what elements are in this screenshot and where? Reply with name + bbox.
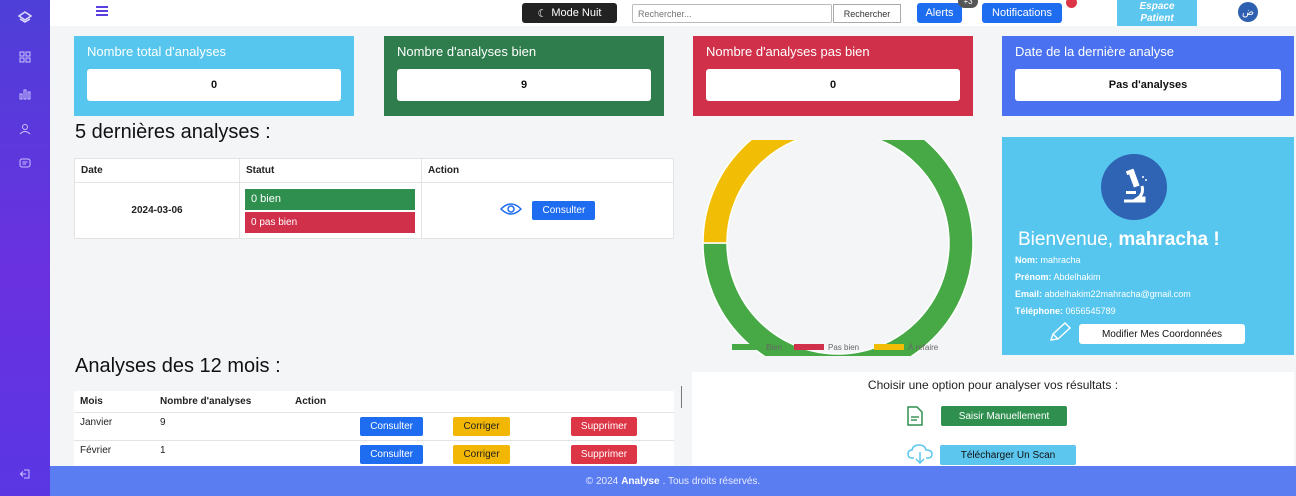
table-row: Janvier 9 Consulter Corriger Supprimer	[74, 412, 674, 441]
delete-button[interactable]: Supprimer	[570, 417, 638, 436]
profile-card: Bienvenue, mahracha ! Nom: mahracha Prén…	[1002, 137, 1294, 355]
last-analyses-title: 5 dernières analyses :	[75, 121, 271, 143]
alerts-button[interactable]: Alerts	[917, 3, 962, 23]
row-count: 9	[154, 412, 289, 441]
modify-coordinates-button[interactable]: Modifier Mes Coordonnées	[1079, 324, 1245, 344]
status-good-badge: 0 bien	[245, 188, 415, 210]
analyses-doughnut-chart: Bien Pas bien À refaire	[702, 140, 974, 356]
stat-value: 0	[706, 69, 960, 101]
options-title: Choisir une option pour analyser vos rés…	[867, 378, 1119, 392]
column-header: Action	[289, 391, 674, 413]
footer-brand: Analyse	[621, 475, 660, 487]
profile-prenom: Prénom: Abdelhakim	[1015, 272, 1101, 282]
username: mahracha	[1118, 229, 1209, 250]
row-count: 1	[154, 440, 289, 469]
legend-swatch-0	[732, 344, 762, 350]
row-date: 2024-03-06	[74, 182, 240, 239]
sidebar	[0, 0, 50, 496]
correct-button[interactable]: Corriger	[453, 445, 510, 464]
footer: © 2024 Analyse . Tous droits réservés.	[50, 466, 1296, 496]
analysis-options-panel: Choisir une option pour analyser vos rés…	[692, 372, 1294, 472]
stat-value: Pas d'analyses	[1015, 69, 1281, 101]
pencil-icon	[1048, 321, 1072, 348]
row-month: Février	[74, 440, 154, 469]
top-navbar: ☾ Mode Nuit Rechercher Alerts +3 Notific…	[50, 0, 1296, 26]
legend-swatch-1	[794, 344, 824, 350]
chart-icon[interactable]	[15, 84, 35, 104]
last-analyses-table: Date Statut Action 2024-03-06 0 bien 0 p…	[74, 158, 674, 239]
search-button[interactable]: Rechercher	[833, 4, 901, 23]
espace-patient-button[interactable]: Espace Patient	[1117, 0, 1197, 26]
delete-button[interactable]: Supprimer	[570, 445, 638, 464]
column-header: Mois	[74, 391, 154, 413]
correct-button[interactable]: Corriger	[453, 417, 510, 436]
user-icon[interactable]	[15, 119, 35, 139]
moon-icon: ☾	[537, 7, 548, 20]
language-icon[interactable]: ض	[1238, 2, 1258, 22]
stat-value: 0	[87, 69, 341, 101]
column-header: Nombre d'analyses	[154, 391, 289, 413]
profile-phone: Téléphone: 0656545789	[1015, 306, 1116, 316]
consult-button[interactable]: Consulter	[360, 445, 423, 464]
row-month: Janvier	[74, 412, 154, 441]
eye-icon[interactable]	[499, 202, 522, 219]
column-header: Statut	[239, 158, 422, 183]
consult-button[interactable]: Consulter	[532, 201, 596, 220]
legend-label-2: À refaire	[908, 343, 939, 352]
year-analyses-title: Analyses des 12 mois :	[75, 355, 281, 377]
divider	[681, 386, 682, 408]
stat-card-good: Nombre d'analyses bien 9	[384, 36, 664, 116]
logo-icon[interactable]	[15, 8, 35, 28]
notification-dot	[1066, 0, 1077, 8]
microscope-icon	[1101, 154, 1167, 220]
stat-card-bad: Nombre d'analyses pas bien 0	[693, 36, 973, 116]
manual-entry-button[interactable]: Saisir Manuellement	[941, 406, 1067, 426]
stat-card-last-date: Date de la dernière analyse Pas d'analys…	[1002, 36, 1294, 116]
table-row: Février 1 Consulter Corriger Supprimer	[74, 440, 674, 469]
column-header: Date	[74, 158, 240, 183]
notifications-button[interactable]: Notifications	[982, 3, 1062, 23]
dashboard-icon[interactable]	[15, 47, 35, 67]
upload-scan-button[interactable]: Télécharger Un Scan	[940, 445, 1076, 465]
alerts-count-badge: +3	[958, 0, 978, 8]
year-analyses-table: Mois Nombre d'analyses Action Janvier 9 …	[74, 391, 674, 469]
consult-button[interactable]: Consulter	[360, 417, 423, 436]
chart-slice-2[interactable]	[702, 140, 838, 244]
legend-label-1: Pas bien	[828, 343, 859, 352]
column-header: Action	[421, 158, 674, 183]
table-row: 2024-03-06 0 bien 0 pas bien Consulter	[74, 182, 674, 239]
legend-label-0: Bien	[766, 343, 782, 352]
logout-icon[interactable]	[15, 464, 35, 484]
menu-toggle-icon[interactable]	[96, 6, 108, 16]
message-icon[interactable]	[15, 153, 35, 173]
search-input[interactable]	[632, 4, 832, 23]
welcome-text: Bienvenue, mahracha !	[1018, 229, 1220, 250]
status-bad-badge: 0 pas bien	[245, 211, 415, 233]
profile-email: Email: abdelhakim22mahracha@gmail.com	[1015, 289, 1191, 299]
legend-swatch-2	[874, 344, 904, 350]
document-icon	[906, 406, 924, 431]
stat-card-total: Nombre total d'analyses 0	[74, 36, 354, 116]
night-mode-button[interactable]: ☾ Mode Nuit	[522, 3, 617, 23]
stat-value: 9	[397, 69, 651, 101]
profile-nom: Nom: mahracha	[1015, 255, 1081, 265]
